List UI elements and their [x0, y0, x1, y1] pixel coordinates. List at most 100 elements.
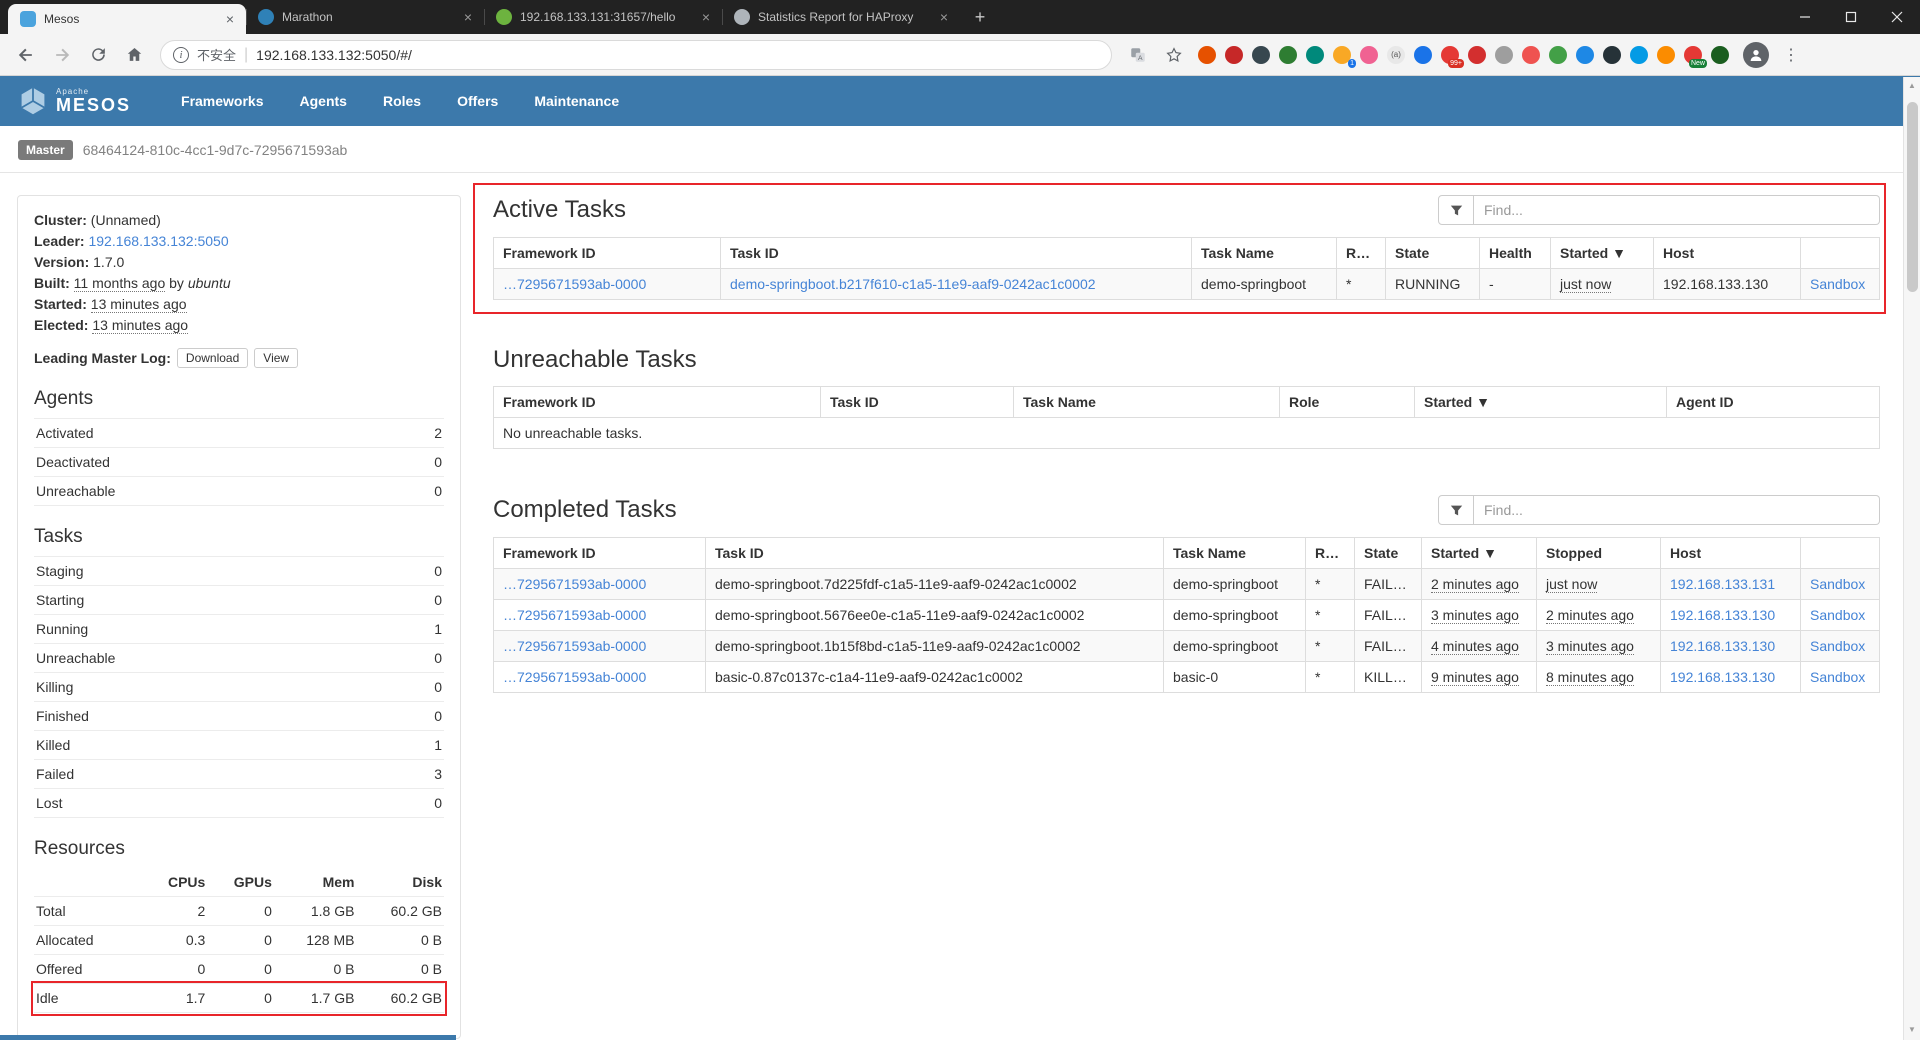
filter-icon[interactable] [1438, 195, 1474, 225]
col-framework-id[interactable]: Framework ID [494, 538, 706, 569]
extension-icon-5[interactable] [1306, 46, 1324, 64]
nav-item-offers[interactable]: Offers [443, 93, 512, 109]
leader-link[interactable]: 192.168.133.132:5050 [88, 233, 228, 249]
sandbox-link[interactable]: Sandbox [1810, 669, 1865, 685]
host-link[interactable]: 192.168.133.130 [1670, 607, 1775, 623]
page-info-icon[interactable]: i [173, 47, 189, 63]
col-framework-id[interactable]: Framework ID [494, 387, 821, 418]
col-framework-id[interactable]: Framework ID [494, 238, 721, 269]
extension-icon-9[interactable] [1414, 46, 1432, 64]
col-role[interactable]: Role [1306, 538, 1355, 569]
filter-icon[interactable] [1438, 495, 1474, 525]
sandbox-link[interactable]: Sandbox [1810, 607, 1865, 623]
home-icon[interactable] [118, 39, 150, 71]
extension-icon-14[interactable] [1549, 46, 1567, 64]
col-started[interactable]: Started ▼ [1415, 387, 1667, 418]
address-bar[interactable]: i 不安全 | 192.168.133.132:5050/#/ [160, 40, 1112, 70]
extension-icon-8[interactable]: (a) [1387, 46, 1405, 64]
translate-icon[interactable]: A [1122, 39, 1154, 71]
extension-icon-20[interactable] [1711, 46, 1729, 64]
scroll-down-icon[interactable]: ▼ [1908, 1021, 1916, 1038]
framework-link[interactable]: …7295671593ab-0000 [503, 607, 646, 623]
vertical-scrollbar[interactable]: ▲ ▼ [1903, 77, 1920, 1040]
host-link[interactable]: 192.168.133.130 [1670, 638, 1775, 654]
extension-icon-7[interactable] [1360, 46, 1378, 64]
tab-mesos[interactable]: Mesos × [8, 4, 246, 34]
extension-icon-10[interactable]: 99+ [1441, 46, 1459, 64]
host-link[interactable]: 192.168.133.130 [1670, 669, 1775, 685]
col-state[interactable]: State [1355, 538, 1422, 569]
stat-row-starting: Starting0 [34, 585, 444, 614]
scroll-up-icon[interactable]: ▲ [1908, 77, 1916, 94]
col-task-id[interactable]: Task ID [721, 238, 1192, 269]
col-task-id[interactable]: Task ID [706, 538, 1164, 569]
sandbox-link[interactable]: Sandbox [1810, 638, 1865, 654]
tab-haproxy-stats[interactable]: Statistics Report for HAProxy × [722, 0, 960, 34]
extension-icon-3[interactable] [1252, 46, 1270, 64]
col-state[interactable]: State [1386, 238, 1480, 269]
tab-close-icon[interactable]: × [936, 8, 952, 26]
extension-icon-18[interactable] [1657, 46, 1675, 64]
col-host[interactable]: Host [1661, 538, 1801, 569]
tab-close-icon[interactable]: × [460, 8, 476, 26]
col-stopped[interactable]: Stopped [1537, 538, 1661, 569]
col-agent-id[interactable]: Agent ID [1667, 387, 1880, 418]
col-started[interactable]: Started ▼ [1551, 238, 1654, 269]
task-role: * [1306, 662, 1355, 693]
profile-avatar[interactable] [1743, 42, 1769, 68]
nav-item-roles[interactable]: Roles [369, 93, 435, 109]
col-health[interactable]: Health [1480, 238, 1551, 269]
col-role[interactable]: Role [1337, 238, 1386, 269]
framework-link[interactable]: …7295671593ab-0000 [503, 576, 646, 592]
browser-menu-icon[interactable]: ⋮ [1779, 43, 1803, 67]
log-view-button[interactable]: View [254, 348, 298, 368]
col-role[interactable]: Role [1280, 387, 1415, 418]
active-find-input[interactable] [1474, 195, 1880, 225]
extension-icon-6[interactable]: 1 [1333, 46, 1351, 64]
close-window-button[interactable] [1874, 0, 1920, 34]
sandbox-link[interactable]: Sandbox [1810, 276, 1865, 292]
sandbox-link[interactable]: Sandbox [1810, 576, 1865, 592]
nav-item-agents[interactable]: Agents [286, 93, 361, 109]
tab-close-icon[interactable]: × [698, 8, 714, 26]
col-task-name[interactable]: Task Name [1192, 238, 1337, 269]
extension-icon-11[interactable] [1468, 46, 1486, 64]
reload-icon[interactable] [82, 39, 114, 71]
extension-icon-1[interactable] [1198, 46, 1216, 64]
completed-find-input[interactable] [1474, 495, 1880, 525]
tab-marathon[interactable]: Marathon × [246, 0, 484, 34]
extension-icon-2[interactable] [1225, 46, 1243, 64]
col-task-name[interactable]: Task Name [1014, 387, 1280, 418]
brand-apache: Apache [56, 88, 131, 96]
tab-hello-app[interactable]: 192.168.133.131:31657/hello × [484, 0, 722, 34]
framework-link[interactable]: …7295671593ab-0000 [503, 669, 646, 685]
scrollbar-thumb[interactable] [1907, 102, 1918, 292]
extension-icon-4[interactable] [1279, 46, 1297, 64]
minimize-button[interactable] [1782, 0, 1828, 34]
framework-link[interactable]: …7295671593ab-0000 [503, 276, 646, 292]
col-task-name[interactable]: Task Name [1164, 538, 1306, 569]
mesos-logo[interactable]: Apache MESOS [18, 86, 131, 116]
back-icon[interactable] [10, 39, 42, 71]
stat-row-staging: Staging0 [34, 556, 444, 585]
extension-icon-13[interactable] [1522, 46, 1540, 64]
forward-icon[interactable] [46, 39, 78, 71]
extension-icon-17[interactable] [1630, 46, 1648, 64]
task-id-link[interactable]: demo-springboot.b217f610-c1a5-11e9-aaf9-… [730, 276, 1096, 292]
log-download-button[interactable]: Download [177, 348, 248, 368]
extension-icon-16[interactable] [1603, 46, 1621, 64]
extension-icon-19[interactable]: New [1684, 46, 1702, 64]
col-started[interactable]: Started ▼ [1422, 538, 1537, 569]
col-task-id[interactable]: Task ID [821, 387, 1014, 418]
col-host[interactable]: Host [1654, 238, 1801, 269]
tab-close-icon[interactable]: × [222, 10, 238, 28]
nav-item-maintenance[interactable]: Maintenance [520, 93, 633, 109]
maximize-button[interactable] [1828, 0, 1874, 34]
framework-link[interactable]: …7295671593ab-0000 [503, 638, 646, 654]
extension-icon-15[interactable] [1576, 46, 1594, 64]
extension-icon-12[interactable] [1495, 46, 1513, 64]
nav-item-frameworks[interactable]: Frameworks [167, 93, 277, 109]
bookmark-star-icon[interactable] [1158, 39, 1190, 71]
new-tab-button[interactable]: + [966, 3, 994, 31]
host-link[interactable]: 192.168.133.131 [1670, 576, 1775, 592]
